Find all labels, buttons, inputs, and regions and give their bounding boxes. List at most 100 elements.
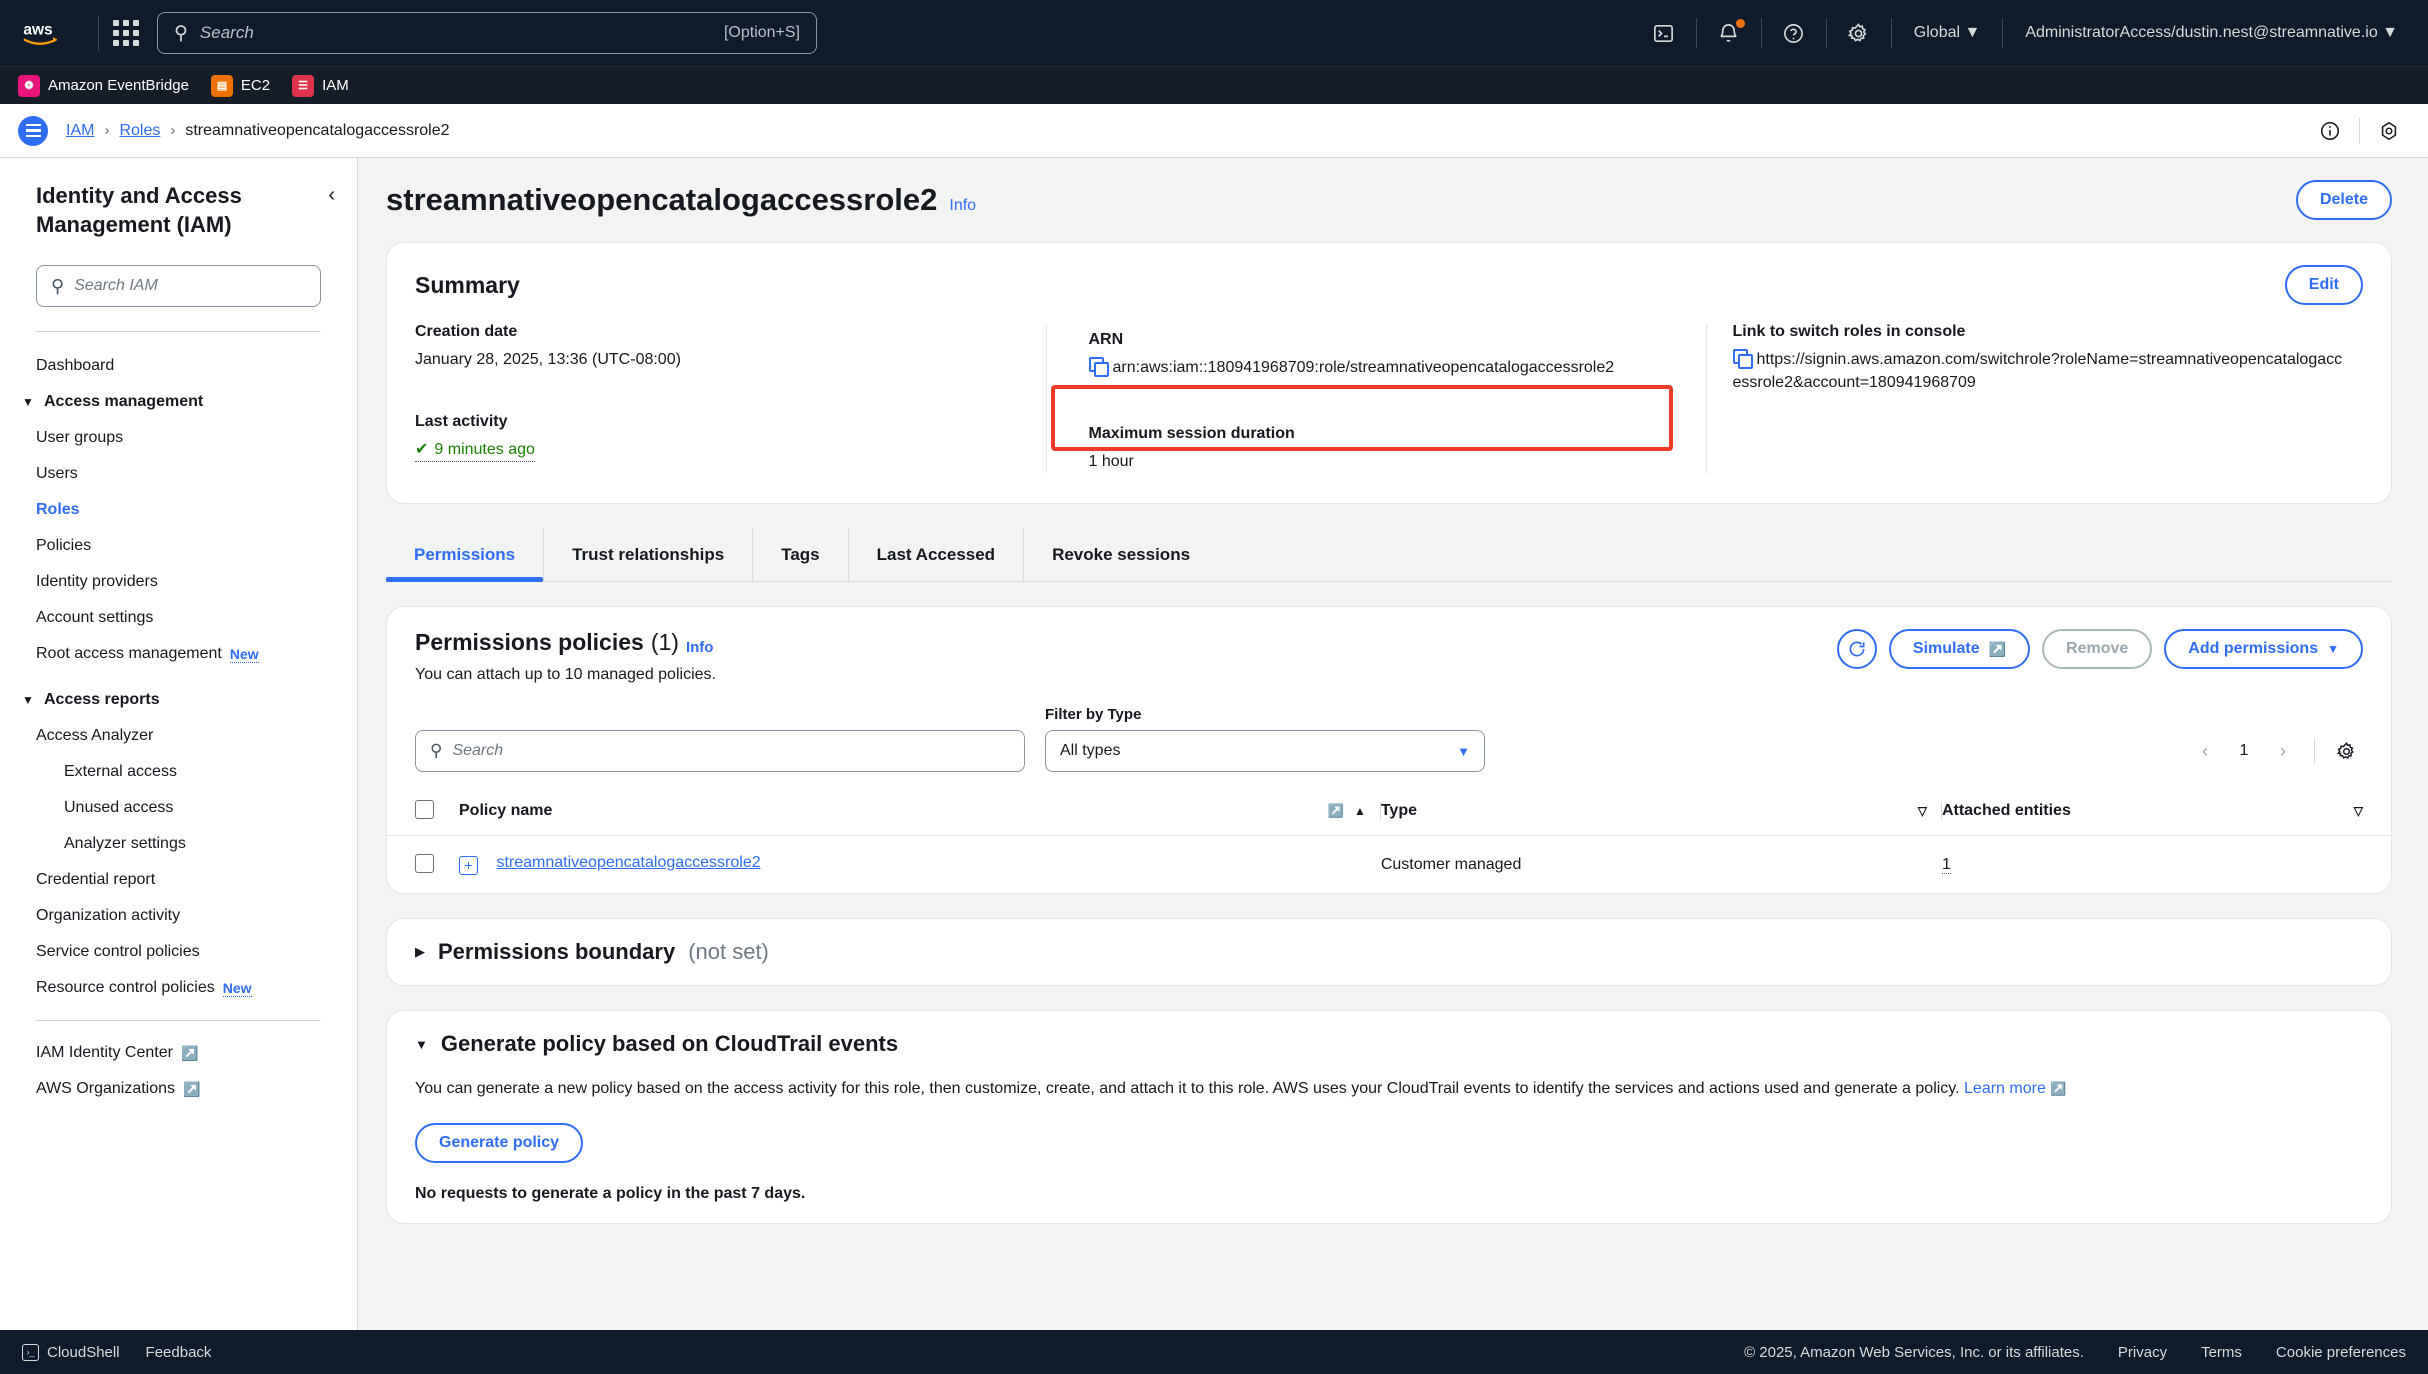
- sidebar-item-identity-providers[interactable]: Identity providers: [0, 564, 357, 600]
- sidebar-item-resource-control-policies[interactable]: Resource control policies New: [0, 970, 357, 1006]
- remove-button[interactable]: Remove: [2042, 629, 2153, 670]
- sidebar-item-label: Unused access: [64, 799, 174, 817]
- sidebar-group-access-management[interactable]: ▼ Access management: [0, 384, 357, 420]
- sidebar-item-policies[interactable]: Policies: [0, 528, 357, 564]
- sidebar-item-root-access-management[interactable]: Root access management New: [0, 636, 357, 672]
- external-link-icon: ↗️: [180, 1044, 199, 1061]
- policy-name-cell: + streamnativeopencatalogaccessrole2: [459, 836, 1381, 894]
- sidebar-item-credential-report[interactable]: Credential report: [0, 862, 357, 898]
- iam-icon: ☰: [292, 74, 315, 97]
- settings-icon[interactable]: [1837, 11, 1881, 55]
- policy-name-link[interactable]: streamnativeopencatalogaccessrole2: [496, 854, 760, 871]
- cloudshell-launch-button[interactable]: ›_ CloudShell: [22, 1343, 120, 1361]
- expand-row-icon[interactable]: +: [459, 856, 478, 876]
- global-search-input[interactable]: ⚲ Search [Option+S]: [157, 12, 817, 54]
- sidebar-item-external-access[interactable]: External access: [0, 754, 357, 790]
- delete-button[interactable]: Delete: [2295, 180, 2392, 220]
- notification-dot: [1735, 19, 1745, 28]
- service-shortcut-ec2[interactable]: ▤ EC2: [210, 74, 271, 97]
- breadcrumb-item-current: streamnativeopencatalogaccessrole2: [185, 121, 450, 139]
- permissions-boundary-section: ▶ Permissions boundary (not set): [386, 918, 2392, 987]
- bell-icon[interactable]: [1707, 11, 1751, 55]
- sidebar-item-unused-access[interactable]: Unused access: [0, 790, 357, 826]
- sidebar-item-roles[interactable]: Roles: [0, 492, 357, 528]
- breadcrumb-separator-icon: ›: [170, 122, 176, 139]
- feedback-icon[interactable]: [2368, 110, 2410, 152]
- select-all-checkbox[interactable]: [415, 800, 434, 820]
- page-header: streamnativeopencatalogaccessrole2 Info …: [386, 180, 2392, 220]
- service-shortcut-iam[interactable]: ☰ IAM: [292, 74, 349, 97]
- row-checkbox[interactable]: [415, 854, 434, 874]
- sidebar-item-service-control-policies[interactable]: Service control policies: [0, 934, 357, 970]
- attached-entities-link[interactable]: 1: [1941, 855, 1951, 874]
- breadcrumb-item-iam[interactable]: IAM: [66, 122, 94, 140]
- table-preferences-icon[interactable]: [2329, 734, 2363, 768]
- search-icon: ⚲: [430, 741, 443, 761]
- global-search-placeholder: Search: [199, 23, 254, 42]
- sidebar-item-iam-identity-center[interactable]: IAM Identity Center ↗️: [0, 1035, 357, 1071]
- menu-toggle-icon[interactable]: [18, 115, 48, 146]
- breadcrumb-item-roles[interactable]: Roles: [119, 122, 160, 140]
- tab-revoke-sessions[interactable]: Revoke sessions: [1024, 528, 1218, 581]
- policy-name-header[interactable]: Policy name ↗️ ▲: [459, 790, 1381, 837]
- attached-entities-header[interactable]: Attached entities ▽: [1941, 790, 2391, 837]
- max-session-field: Maximum session duration 1 hour: [1073, 425, 1688, 473]
- privacy-link[interactable]: Privacy: [2118, 1344, 2167, 1361]
- policy-search-input[interactable]: ⚲ Search: [415, 730, 1025, 773]
- terms-link[interactable]: Terms: [2201, 1344, 2242, 1361]
- sidebar-item-aws-organizations[interactable]: AWS Organizations ↗️: [0, 1071, 357, 1107]
- account-menu[interactable]: AdministratorAccess/dustin.nest@streamna…: [2013, 24, 2410, 42]
- simulate-button[interactable]: Simulate ↗️: [1888, 629, 2031, 670]
- policies-info-link[interactable]: Info: [686, 639, 714, 656]
- sidebar-item-analyzer-settings[interactable]: Analyzer settings: [0, 826, 357, 862]
- sidebar-item-access-analyzer[interactable]: Access Analyzer: [0, 718, 357, 754]
- generate-policy-header[interactable]: ▼ Generate policy based on CloudTrail ev…: [415, 1031, 2363, 1057]
- page-number[interactable]: 1: [2228, 742, 2260, 760]
- divider: [1890, 18, 1892, 48]
- tab-tags[interactable]: Tags: [753, 528, 849, 582]
- permissions-boundary-header[interactable]: ▶ Permissions boundary (not set): [415, 939, 2363, 965]
- copy-icon[interactable]: [1732, 349, 1753, 369]
- edit-button[interactable]: Edit: [2284, 265, 2363, 305]
- sidebar-group-label: Access management: [44, 393, 204, 411]
- aws-logo[interactable]: aws: [18, 13, 80, 53]
- last-activity-value[interactable]: ✔︎ 9 minutes ago: [415, 438, 535, 463]
- feedback-link[interactable]: Feedback: [146, 1344, 212, 1361]
- cookie-preferences-link[interactable]: Cookie preferences: [2276, 1344, 2406, 1361]
- tab-permissions[interactable]: Permissions: [386, 528, 545, 583]
- refresh-button[interactable]: [1836, 629, 1877, 670]
- copy-icon[interactable]: [1088, 357, 1109, 377]
- sidebar-group-access-reports[interactable]: ▼ Access reports: [0, 682, 357, 718]
- services-grid-icon[interactable]: [111, 18, 141, 48]
- help-icon[interactable]: [1772, 11, 1816, 55]
- type-header[interactable]: Type ▽: [1380, 790, 1942, 837]
- sidebar-search-input[interactable]: ⚲ Search IAM: [36, 265, 321, 308]
- tab-trust-relationships[interactable]: Trust relationships: [544, 528, 754, 582]
- previous-page-button[interactable]: ‹: [2188, 734, 2222, 768]
- sidebar-item-user-groups[interactable]: User groups: [0, 420, 357, 456]
- next-page-button[interactable]: ›: [2266, 734, 2300, 768]
- service-shortcut-eventbridge[interactable]: ❁ Amazon EventBridge: [18, 74, 189, 97]
- service-label: EC2: [240, 77, 271, 94]
- policies-table-head: Policy name ↗️ ▲ Type ▽ Attached entitie…: [387, 790, 2391, 837]
- sidebar-item-label: Account settings: [36, 609, 154, 627]
- sidebar-item-dashboard[interactable]: Dashboard: [0, 348, 357, 384]
- cloudshell-icon[interactable]: [1642, 11, 1686, 55]
- learn-more-link[interactable]: Learn more ↗️: [1964, 1080, 2066, 1097]
- generate-policy-button[interactable]: Generate policy: [415, 1123, 584, 1164]
- sidebar-item-label: Roles: [36, 501, 80, 519]
- sidebar-item-account-settings[interactable]: Account settings: [0, 600, 357, 636]
- page-info-link[interactable]: Info: [949, 197, 976, 220]
- info-panel-icon[interactable]: [2309, 110, 2351, 152]
- filter-by-type-select[interactable]: All types ▼: [1045, 730, 1485, 773]
- tab-last-accessed[interactable]: Last Accessed: [849, 528, 1025, 582]
- sidebar-item-organization-activity[interactable]: Organization activity: [0, 898, 357, 934]
- sidebar-item-users[interactable]: Users: [0, 456, 357, 492]
- max-session-label: Maximum session duration: [1088, 425, 1295, 443]
- page-shell: Identity and Access Management (IAM) ‹ ⚲…: [0, 158, 2428, 1330]
- policies-actions: Simulate ↗️ Remove Add permissions ▼: [1836, 629, 2363, 670]
- region-selector[interactable]: Global ▼: [1902, 24, 1993, 42]
- add-permissions-button[interactable]: Add permissions ▼: [2164, 629, 2363, 670]
- collapse-sidebar-icon[interactable]: ‹: [328, 184, 335, 207]
- switch-role-value-row: https://signin.aws.amazon.com/switchrole…: [1732, 348, 2346, 394]
